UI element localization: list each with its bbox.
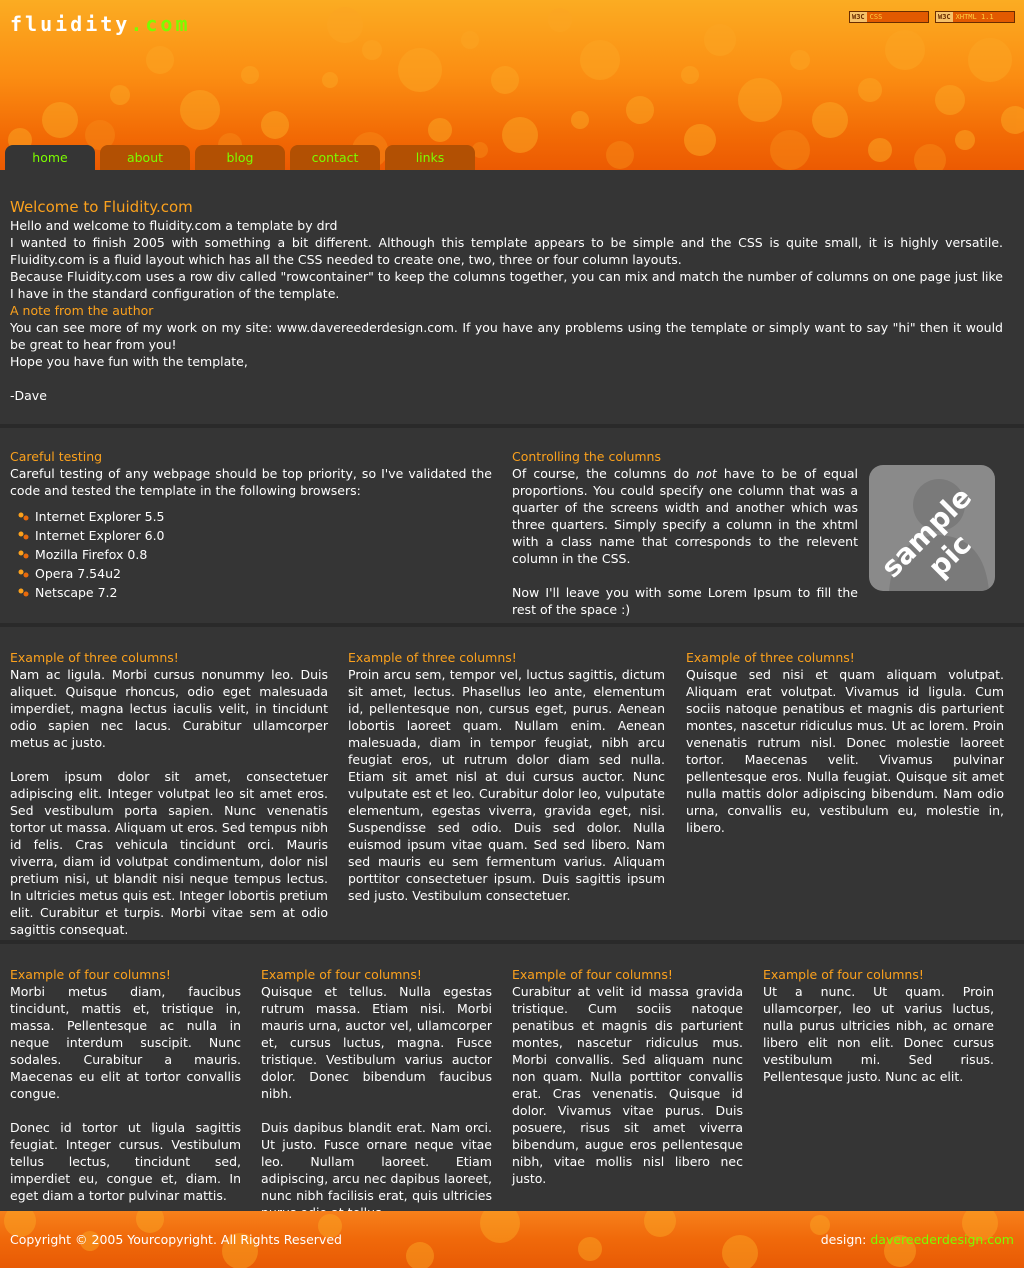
main-nav: home about blog contact links bbox=[5, 145, 480, 170]
w3c-css-badge[interactable]: W3C CSS bbox=[849, 11, 929, 23]
bullet-icon bbox=[18, 569, 29, 578]
three-col-text: Quisque sed nisi et quam aliquam volutpa… bbox=[686, 667, 1004, 835]
bullet-icon bbox=[18, 588, 29, 597]
three-column-row: Example of three columns! Nam ac ligula.… bbox=[0, 627, 1024, 940]
three-col-column-2: Example of three columns! Proin arcu sem… bbox=[348, 649, 665, 904]
three-col-column-1: Example of three columns! Nam ac ligula.… bbox=[10, 649, 328, 938]
lorem-intro-text: Now I'll leave you with some Lorem Ipsum… bbox=[512, 585, 858, 617]
four-col-title: Example of four columns! bbox=[763, 967, 924, 982]
four-col-text: Ut a nunc. Ut quam. Proin ullamcorper, l… bbox=[763, 984, 994, 1084]
careful-testing-title: Careful testing bbox=[10, 449, 103, 464]
author-note-title: A note from the author bbox=[10, 303, 154, 318]
three-col-title: Example of three columns! bbox=[686, 650, 855, 665]
site-footer: Copyright © 2005 Yourcopyright. All Righ… bbox=[0, 1211, 1024, 1268]
three-col-column-3: Example of three columns! Quisque sed ni… bbox=[686, 649, 1004, 836]
four-col-title: Example of four columns! bbox=[10, 967, 171, 982]
w3c-xhtml-badge[interactable]: W3C XHTML 1.1 bbox=[935, 11, 1015, 23]
list-item: Mozilla Firefox 0.8 bbox=[18, 545, 492, 564]
three-col-text: Lorem ipsum dolor sit amet, consectetuer… bbox=[10, 769, 328, 937]
four-col-text: Duis dapibus blandit erat. Nam orci. Ut … bbox=[261, 1120, 492, 1220]
list-item: Opera 7.54u2 bbox=[18, 564, 492, 583]
three-col-title: Example of three columns! bbox=[10, 650, 179, 665]
nav-tab-blog[interactable]: blog bbox=[195, 145, 285, 170]
intro-row: Welcome to Fluidity.com Hello and welcom… bbox=[0, 170, 1024, 424]
bullet-icon bbox=[18, 550, 29, 559]
four-col-text: Quisque et tellus. Nulla egestas rutrum … bbox=[261, 984, 492, 1101]
intro-paragraph-5: Hope you have fun with the template, bbox=[10, 354, 248, 369]
four-col-title: Example of four columns! bbox=[512, 967, 673, 982]
intro-paragraph-2: I wanted to finish 2005 with something a… bbox=[10, 235, 1003, 267]
intro-column: Welcome to Fluidity.com Hello and welcom… bbox=[10, 197, 1003, 404]
intro-paragraph-4: You can see more of my work on my site: … bbox=[10, 320, 1003, 352]
four-col-column-3: Example of four columns! Curabitur at ve… bbox=[512, 966, 743, 1187]
browser-list: Internet Explorer 5.5 Internet Explorer … bbox=[10, 507, 492, 602]
design-credit: design: davereederdesign.com bbox=[821, 1232, 1014, 1247]
badge-w3c-label: W3C bbox=[850, 12, 867, 22]
two-column-row: Careful testing Careful testing of any w… bbox=[0, 428, 1024, 623]
three-col-text: Proin arcu sem, tempor vel, luctus sagit… bbox=[348, 667, 665, 903]
four-col-text: Donec id tortor ut ligula sagittis feugi… bbox=[10, 1120, 241, 1203]
four-col-text: Morbi metus diam, faucibus tincidunt, ma… bbox=[10, 984, 241, 1101]
careful-testing-column: Careful testing Careful testing of any w… bbox=[10, 448, 492, 602]
design-label: design: bbox=[820, 1232, 867, 1247]
site-header: fluidity.com W3C CSS W3C XHTML 1.1 home … bbox=[0, 0, 1024, 170]
intro-paragraph-3: Because Fluidity.com uses a row div call… bbox=[10, 269, 1003, 301]
nav-tab-links[interactable]: links bbox=[385, 145, 475, 170]
site-logo[interactable]: fluidity.com bbox=[10, 12, 191, 36]
four-column-row: Example of four columns! Morbi metus dia… bbox=[0, 944, 1024, 1220]
controlling-columns-column: Controlling the columns Of course, the c… bbox=[512, 448, 858, 618]
copyright-text: Copyright © 2005 Yourcopyright. All Righ… bbox=[10, 1232, 342, 1247]
signature: -Dave bbox=[10, 388, 47, 403]
four-col-text: Curabitur at velit id massa gravida tris… bbox=[512, 984, 743, 1186]
badge-text: XHTML 1.1 bbox=[955, 13, 994, 21]
four-col-column-4: Example of four columns! Ut a nunc. Ut q… bbox=[763, 966, 994, 1085]
intro-title: Welcome to Fluidity.com bbox=[10, 198, 193, 216]
controlling-columns-title: Controlling the columns bbox=[512, 449, 661, 464]
designer-link[interactable]: davereederdesign.com bbox=[870, 1232, 1014, 1247]
list-item: Internet Explorer 6.0 bbox=[18, 526, 492, 545]
three-col-title: Example of three columns! bbox=[348, 650, 517, 665]
list-item: Netscape 7.2 bbox=[18, 583, 492, 602]
list-item: Internet Explorer 5.5 bbox=[18, 507, 492, 526]
badge-text: CSS bbox=[869, 13, 883, 21]
four-col-column-2: Example of four columns! Quisque et tell… bbox=[261, 966, 492, 1221]
nav-tab-contact[interactable]: contact bbox=[290, 145, 380, 170]
badge-w3c-label: W3C bbox=[936, 12, 953, 22]
nav-tab-home[interactable]: home bbox=[5, 145, 95, 170]
careful-testing-text: Careful testing of any webpage should be… bbox=[10, 466, 492, 498]
sample-picture: sample pic bbox=[869, 465, 995, 591]
four-col-title: Example of four columns! bbox=[261, 967, 422, 982]
three-col-text: Nam ac ligula. Morbi cursus nonummy leo.… bbox=[10, 667, 328, 750]
bullet-icon bbox=[18, 531, 29, 540]
controlling-columns-text: Of course, the columns do not have to be… bbox=[512, 466, 858, 566]
bullet-icon bbox=[18, 512, 29, 521]
nav-tab-about[interactable]: about bbox=[100, 145, 190, 170]
four-col-column-1: Example of four columns! Morbi metus dia… bbox=[10, 966, 241, 1204]
intro-paragraph-1: Hello and welcome to fluidity.com a temp… bbox=[10, 218, 338, 233]
